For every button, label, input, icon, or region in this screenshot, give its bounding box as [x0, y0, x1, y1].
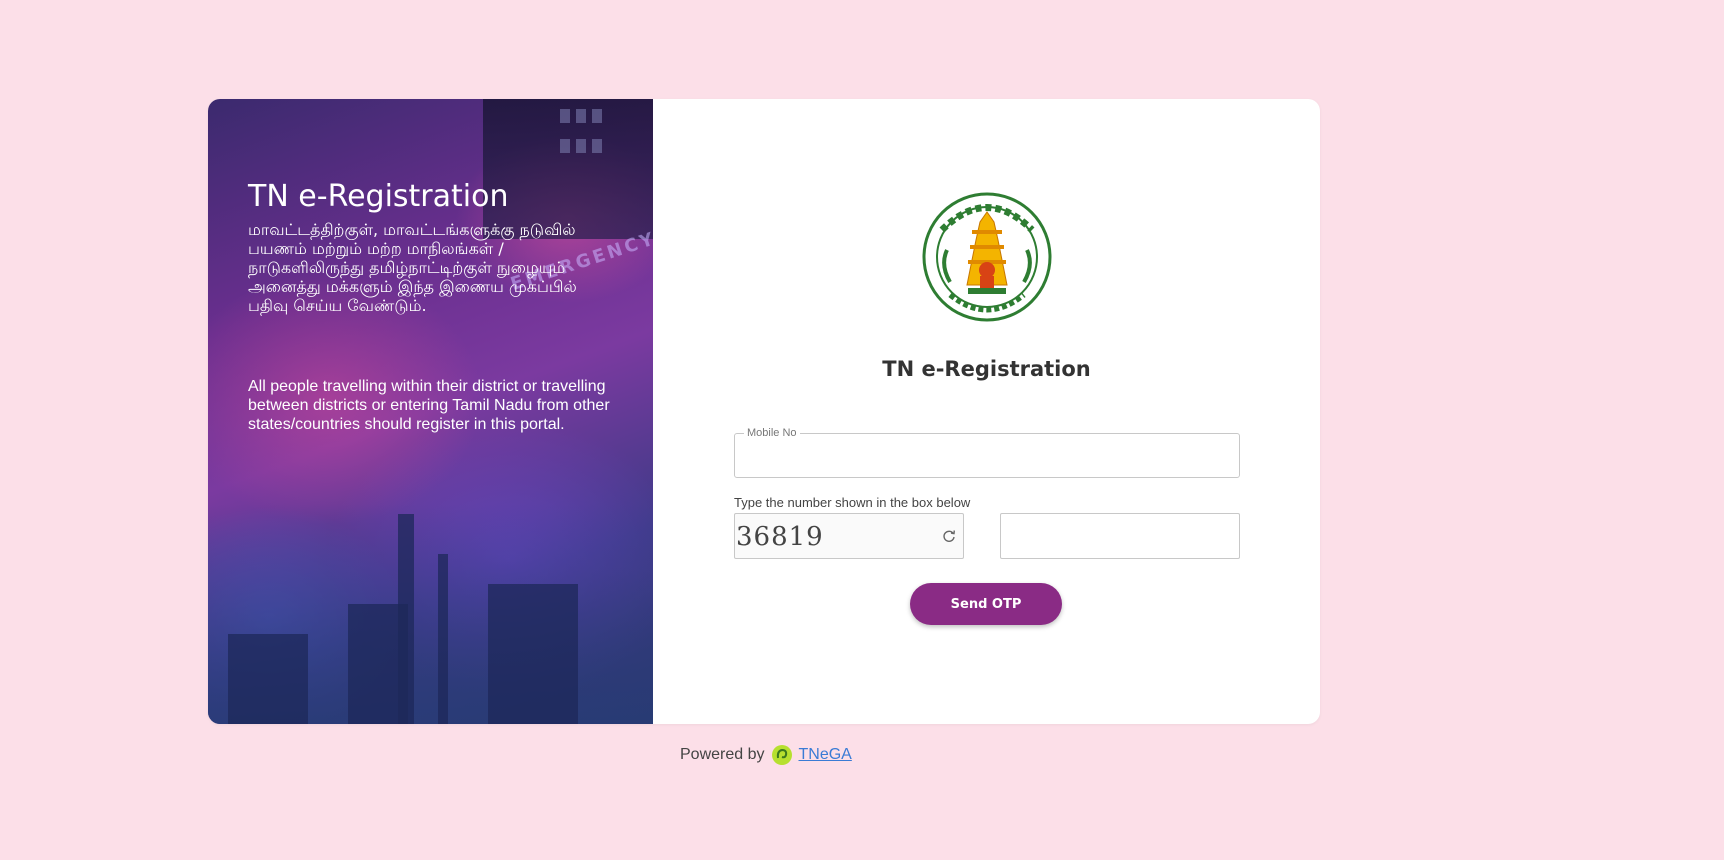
- tnega-link[interactable]: TNeGA: [799, 746, 852, 764]
- background-window: [592, 109, 602, 123]
- registration-card: EMERGENCY TN e-Registration மாவட்டத்திற்…: [208, 99, 1320, 724]
- captcha-image: 36819: [734, 513, 964, 559]
- background-tank: [488, 584, 578, 724]
- info-panel: EMERGENCY TN e-Registration மாவட்டத்திற்…: [208, 99, 653, 724]
- mobile-field: Mobile No: [734, 427, 1240, 478]
- captcha-field: [1000, 513, 1240, 559]
- tamil-nadu-emblem-icon: [922, 190, 1052, 325]
- tnega-logo-icon: [771, 744, 793, 766]
- mobile-field-label: Mobile No: [744, 427, 800, 439]
- background-window: [576, 109, 586, 123]
- background-tank: [228, 634, 308, 724]
- powered-by-text: Powered by: [680, 746, 765, 763]
- background-window: [560, 139, 570, 153]
- captcha-input[interactable]: [1001, 514, 1239, 558]
- login-panel: TN e-Registration Mobile No Type the num…: [653, 99, 1320, 724]
- captcha-code: 36819: [736, 522, 824, 552]
- background-window: [576, 139, 586, 153]
- mobile-input[interactable]: [735, 434, 1239, 477]
- background-window: [592, 139, 602, 153]
- info-title: TN e-Registration: [248, 179, 509, 214]
- info-english-text: All people travelling within their distr…: [248, 378, 610, 433]
- background-window: [560, 109, 570, 123]
- info-content: TN e-Registration மாவட்டத்திற்குள், மாவட…: [248, 174, 623, 434]
- refresh-icon[interactable]: [941, 528, 957, 544]
- page-title: TN e-Registration: [882, 357, 1091, 381]
- send-otp-button[interactable]: Send OTP: [910, 583, 1062, 625]
- captcha-caption: Type the number shown in the box below: [734, 495, 971, 510]
- footer: Powered by TNeGA: [680, 744, 852, 766]
- info-tamil-text: மாவட்டத்திற்குள், மாவட்டங்களுக்கு நடுவில…: [248, 220, 577, 315]
- background-tank: [348, 604, 408, 724]
- background-chimney: [438, 554, 448, 724]
